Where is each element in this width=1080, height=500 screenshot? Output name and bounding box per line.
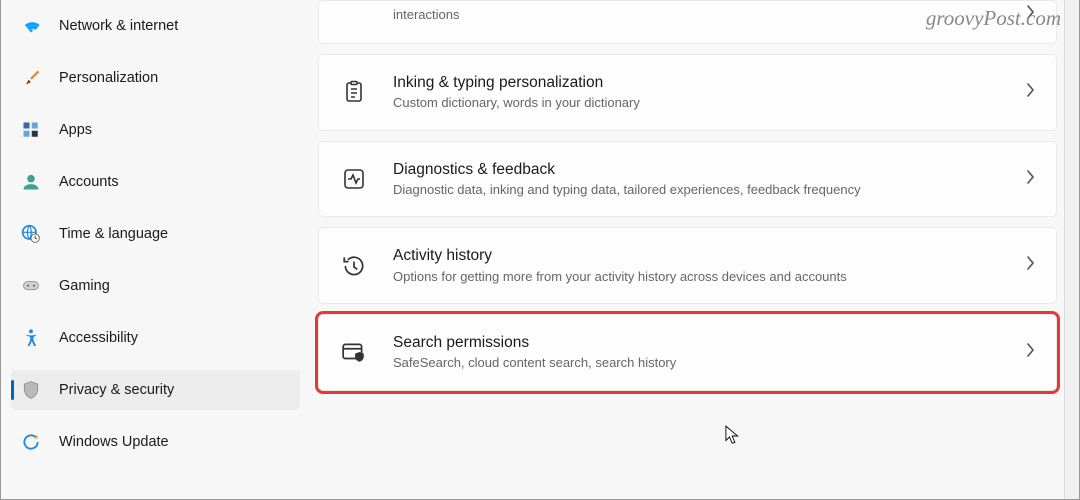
sidebar-item-windows-update[interactable]: Windows Update: [11, 422, 300, 462]
sidebar-item-gaming[interactable]: Gaming: [11, 266, 300, 306]
chevron-right-icon: [1026, 83, 1036, 102]
card-sub: SafeSearch, cloud content search, search…: [393, 354, 1000, 372]
globe-clock-icon: [21, 224, 41, 244]
watermark: groovyPost.com: [926, 6, 1061, 31]
chevron-right-icon: [1026, 343, 1036, 362]
brush-icon: [21, 68, 41, 88]
chevron-right-icon: [1026, 256, 1036, 275]
sidebar-item-label: Apps: [59, 122, 92, 138]
sidebar-item-personalization[interactable]: Personalization: [11, 58, 300, 98]
accessibility-icon: [21, 328, 41, 348]
scrollbar[interactable]: [1064, 0, 1079, 499]
card-title: Search permissions: [393, 333, 1000, 353]
sidebar-item-accessibility[interactable]: Accessibility: [11, 318, 300, 358]
search-shield-icon: [341, 339, 367, 365]
apps-icon: [21, 120, 41, 140]
sidebar-item-label: Network & internet: [59, 18, 178, 34]
card-search-permissions[interactable]: Search permissions SafeSearch, cloud con…: [318, 314, 1057, 391]
update-icon: [21, 432, 41, 452]
sidebar-item-time-language[interactable]: Time & language: [11, 214, 300, 254]
sidebar-item-label: Accessibility: [59, 330, 138, 346]
sidebar-item-privacy-security[interactable]: Privacy & security: [11, 370, 300, 410]
sidebar-item-label: Privacy & security: [59, 382, 174, 398]
chevron-right-icon: [1026, 170, 1036, 189]
history-icon: [341, 253, 367, 279]
card-diagnostics-feedback[interactable]: Diagnostics & feedback Diagnostic data, …: [318, 141, 1057, 218]
sidebar-item-accounts[interactable]: Accounts: [11, 162, 300, 202]
card-activity-history[interactable]: Activity history Options for getting mor…: [318, 227, 1057, 304]
gamepad-icon: [21, 276, 41, 296]
card-title: Inking & typing personalization: [393, 73, 1000, 93]
card-sub: interactions: [393, 6, 1000, 24]
card-inking-typing[interactable]: Inking & typing personalization Custom d…: [318, 54, 1057, 131]
sidebar-item-label: Windows Update: [59, 434, 169, 450]
person-icon: [21, 172, 41, 192]
sidebar-item-network[interactable]: Network & internet: [11, 6, 300, 46]
settings-sidebar: Network & internet Personalization Apps …: [1, 0, 306, 499]
sidebar-item-label: Gaming: [59, 278, 110, 294]
clipboard-list-icon: [341, 79, 367, 105]
card-sub: Custom dictionary, words in your diction…: [393, 94, 1000, 112]
shield-icon: [21, 380, 41, 400]
sidebar-item-label: Accounts: [59, 174, 119, 190]
wifi-icon: [21, 16, 41, 36]
activity-icon: [341, 166, 367, 192]
card-sub: Options for getting more from your activ…: [393, 268, 1000, 286]
sidebar-item-label: Personalization: [59, 70, 158, 86]
touch-icon: [341, 1, 367, 27]
settings-main: interactions Inking & typing personaliza…: [306, 0, 1079, 499]
card-title: Diagnostics & feedback: [393, 160, 1000, 180]
sidebar-item-label: Time & language: [59, 226, 168, 242]
card-title: Activity history: [393, 246, 1000, 266]
card-sub: Diagnostic data, inking and typing data,…: [393, 181, 1000, 199]
sidebar-item-apps[interactable]: Apps: [11, 110, 300, 150]
